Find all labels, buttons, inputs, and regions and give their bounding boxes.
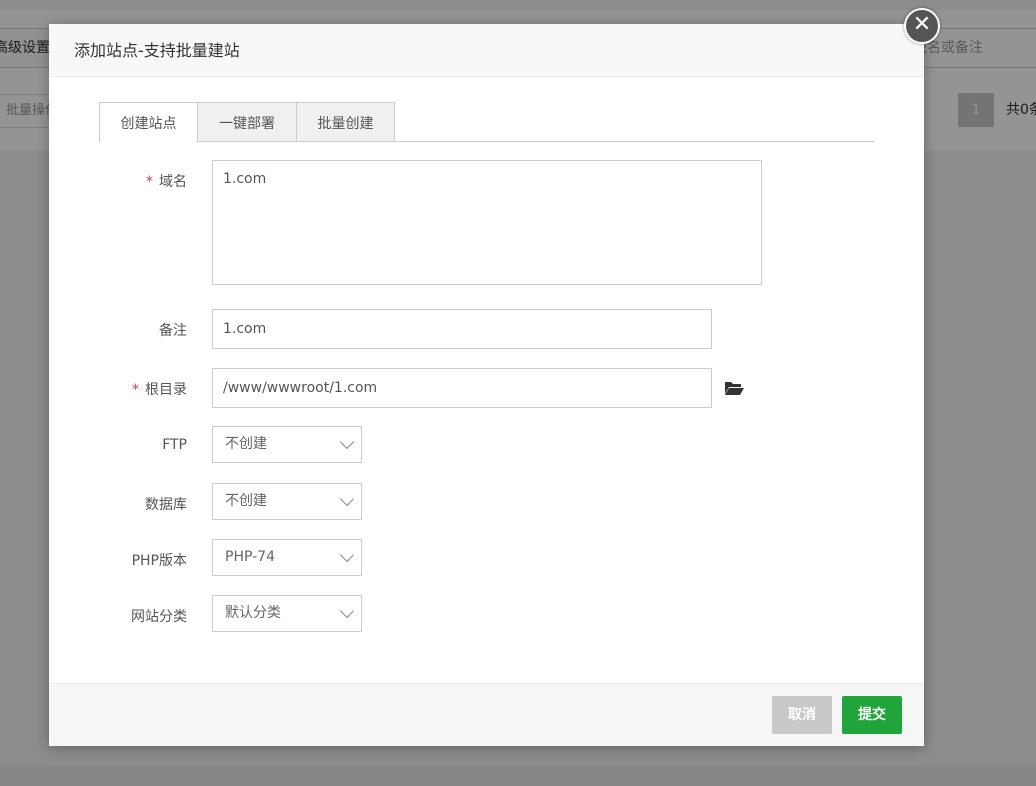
php-version-label: PHP版本 (131, 553, 187, 569)
php-version-select[interactable]: PHP-74 (212, 539, 362, 576)
database-select-value: 不创建 (225, 493, 267, 509)
tab-bar: 创建站点 一键部署 批量创建 (99, 102, 874, 143)
dialog-title: 添加站点-支持批量建站 (49, 24, 924, 77)
database-label: 数据库 (145, 497, 187, 513)
tab-one-click-deploy[interactable]: 一键部署 (197, 102, 297, 142)
domain-label: * 域名 (67, 171, 187, 191)
add-site-dialog: 添加站点-支持批量建站 创建站点 一键部署 批量创建 * 域名 1.com 备注 … (49, 24, 924, 746)
root-dir-label-text: 根目录 (145, 382, 187, 398)
remark-input[interactable]: 1.com (212, 309, 712, 349)
submit-button[interactable]: 提交 (842, 696, 902, 734)
chevron-down-icon (339, 434, 355, 450)
dialog-footer: 取消 提交 (49, 683, 924, 746)
chevron-down-icon (339, 491, 355, 507)
site-category-select[interactable]: 默认分类 (212, 595, 362, 632)
chevron-down-icon (339, 603, 355, 619)
root-dir-label: * 根目录 (67, 379, 187, 399)
ftp-select[interactable]: 不创建 (212, 426, 362, 463)
chevron-down-icon (339, 547, 355, 563)
ftp-label: FTP (162, 437, 187, 453)
site-category-select-value: 默认分类 (225, 605, 281, 621)
domain-textarea[interactable]: 1.com (212, 160, 762, 285)
domain-label-text: 域名 (159, 174, 187, 190)
ftp-select-value: 不创建 (225, 436, 267, 452)
folder-open-icon[interactable] (724, 380, 744, 396)
required-mark: * (132, 382, 139, 398)
tab-create-site[interactable]: 创建站点 (99, 102, 198, 143)
tab-batch-create[interactable]: 批量创建 (296, 102, 395, 142)
database-select[interactable]: 不创建 (212, 483, 362, 520)
required-mark: * (146, 174, 153, 190)
close-icon[interactable]: ✕ (904, 8, 940, 44)
cancel-button[interactable]: 取消 (772, 696, 832, 734)
site-category-label: 网站分类 (131, 609, 187, 625)
remark-label: 备注 (159, 323, 187, 339)
root-dir-input[interactable]: /www/wwwroot/1.com (212, 368, 712, 408)
php-version-select-value: PHP-74 (225, 549, 275, 565)
